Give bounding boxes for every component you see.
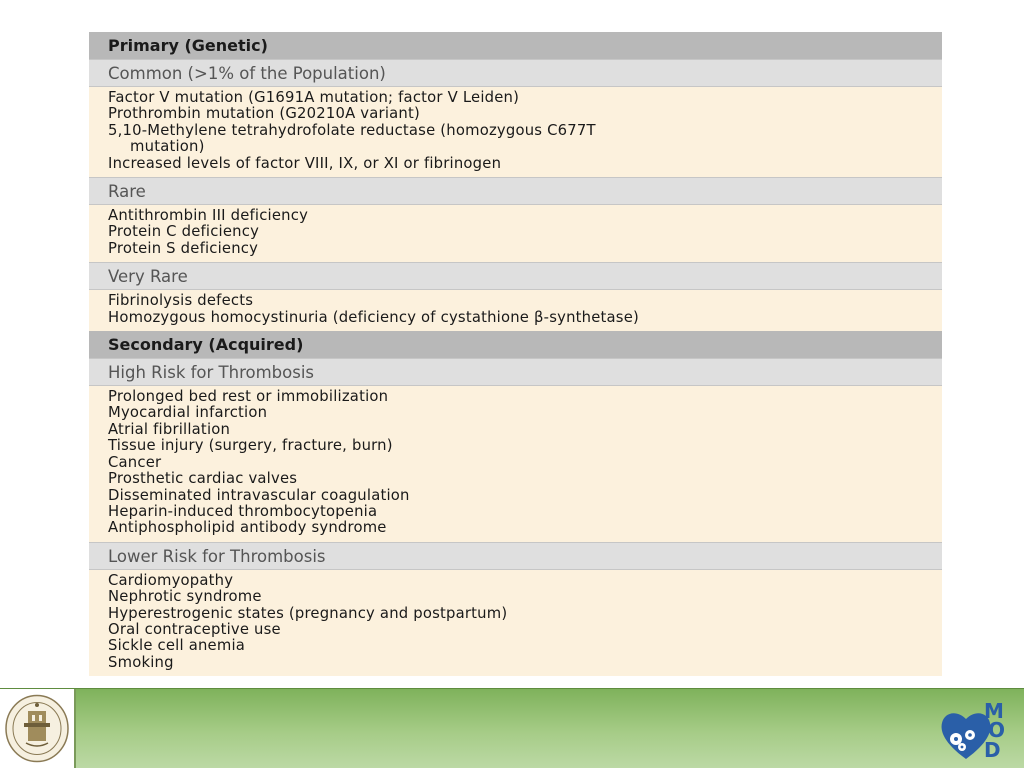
- list-item: Atrial fibrillation: [108, 420, 231, 438]
- list-item: Homozygous homocystinuria (deficiency of…: [108, 308, 639, 326]
- list-item: Sickle cell anemia: [108, 637, 246, 655]
- subsection-header: High Risk for Thrombosis: [89, 358, 942, 387]
- subsection-header: Common (>1% of the Population): [89, 59, 942, 87]
- list-item: Nephrotic syndrome: [108, 588, 262, 606]
- subsection-header: Lower Risk for Thrombosis: [89, 541, 942, 570]
- university-seal-icon: [5, 694, 69, 763]
- logo-letter-d: D: [984, 738, 1001, 761]
- item-list: Fibrinolysis defects Homozygous homocysti…: [89, 290, 942, 332]
- list-item: Protein C deficiency: [108, 223, 260, 241]
- section-header: Primary (Genetic): [89, 32, 942, 59]
- subsection-header: Rare: [89, 177, 942, 206]
- item-list: Factor V mutation (G1691A mutation; fact…: [89, 87, 942, 178]
- list-item: Fibrinolysis defects: [108, 292, 254, 310]
- list-item: Cardiomyopathy: [108, 571, 234, 589]
- list-item: Prolonged bed rest or immobilization: [108, 388, 389, 406]
- section-header: Secondary (Acquired): [89, 331, 942, 359]
- list-item: Myocardial infarction: [108, 404, 268, 422]
- list-item: Hyperestrogenic states (pregnancy and po…: [108, 604, 508, 622]
- list-item: Increased levels of factor VIII, IX, or …: [108, 154, 502, 172]
- mod-logo-icon: M O D: [941, 699, 1005, 761]
- list-item: Heparin-induced thrombocytopenia: [108, 502, 378, 520]
- university-seal-box: [0, 689, 76, 768]
- list-item: Antiphospholipid antibody syndrome: [108, 519, 387, 537]
- risk-factor-table: Primary (Genetic) Common (>1% of the Popu…: [89, 32, 942, 677]
- list-item: Oral contraceptive use: [108, 620, 281, 638]
- list-item: Prosthetic cardiac valves: [108, 470, 298, 488]
- item-list: Prolonged bed rest or immobilization Myoc…: [89, 386, 942, 542]
- list-item: 5,10-Methylene tetrahydrofolate reductas…: [108, 121, 596, 139]
- list-item: Antithrombin III deficiency: [108, 207, 309, 225]
- list-item: Protein S deficiency: [108, 239, 259, 257]
- list-item: Disseminated intravascular coagulation: [108, 486, 410, 504]
- list-item: Smoking: [108, 653, 174, 671]
- subsection-header: Very Rare: [89, 262, 942, 291]
- list-item: Tissue injury (surgery, fracture, burn): [108, 437, 393, 455]
- item-list: Antithrombin III deficiency Protein C def…: [89, 205, 942, 263]
- item-list: Cardiomyopathy Nephrotic syndrome Hyperest…: [89, 569, 942, 677]
- list-item: Prothrombin mutation (G20210A variant): [108, 105, 420, 123]
- list-item: Factor V mutation (G1691A mutation; fact…: [108, 89, 520, 106]
- list-item: mutation): [130, 138, 205, 156]
- list-item: Cancer: [108, 453, 162, 471]
- footer-bar: M O D: [0, 688, 1024, 768]
